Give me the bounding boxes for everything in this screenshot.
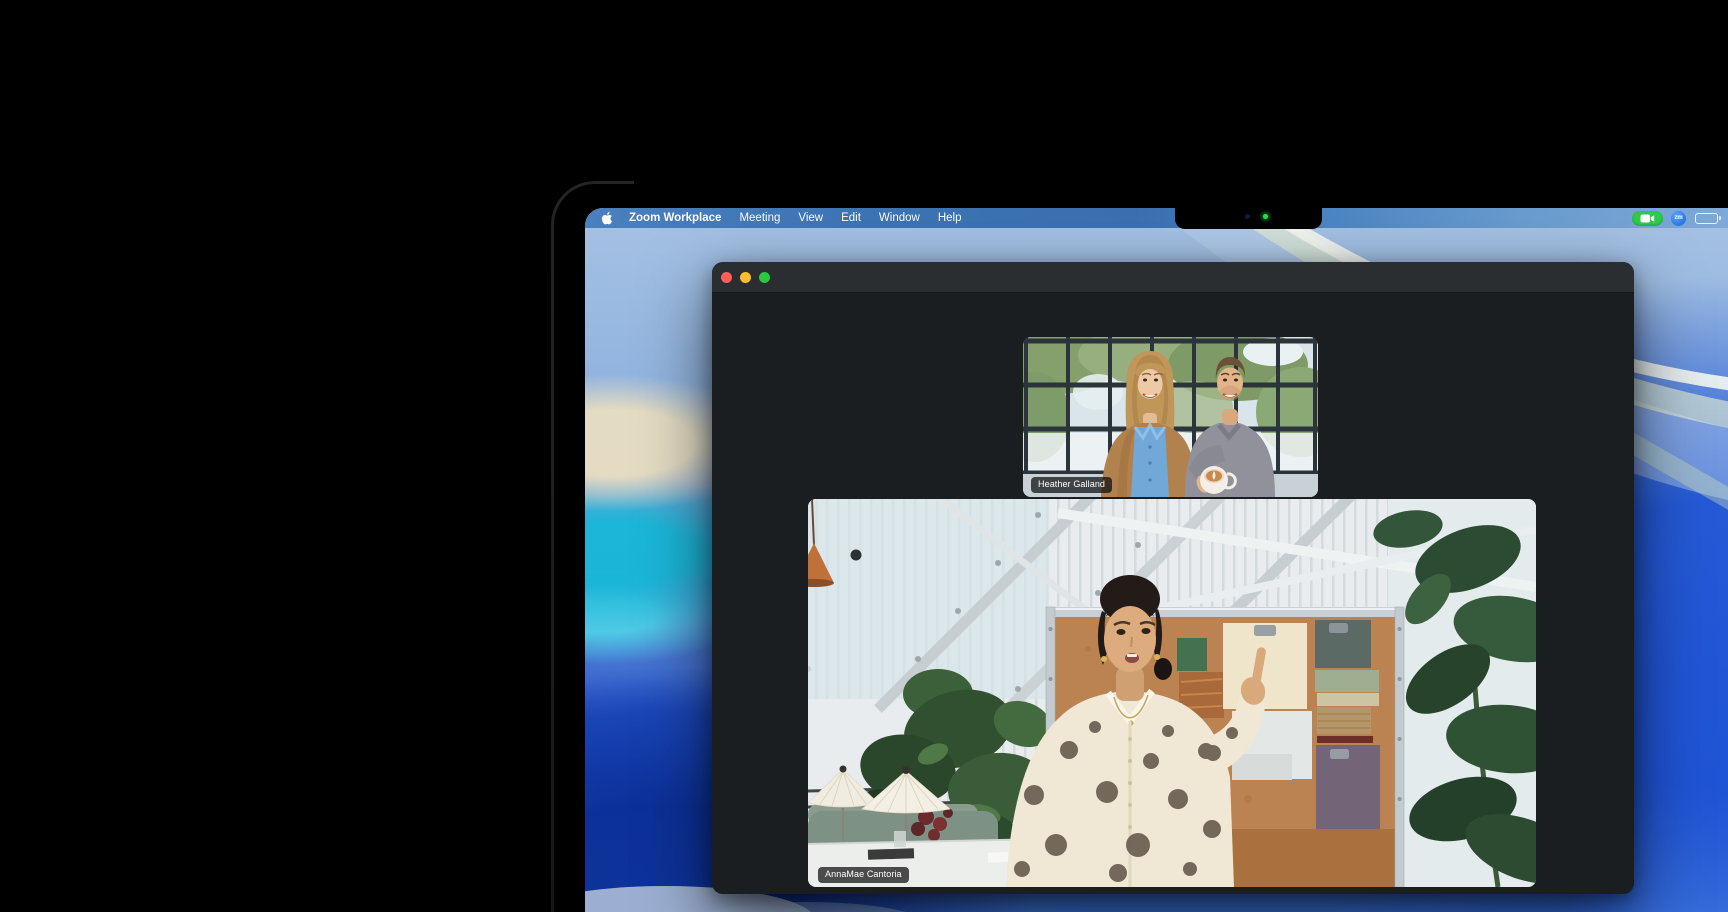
menu-item-meeting[interactable]: Meeting [739, 212, 780, 224]
menu-app-name[interactable]: Zoom Workplace [629, 212, 721, 224]
video-tile-heather[interactable]: Heather Galland [1023, 337, 1318, 497]
minimize-button[interactable] [740, 272, 751, 283]
video-camera-icon [1640, 214, 1655, 223]
participant-name-label: AnnaMae Cantoria [818, 867, 909, 883]
macbook-desk-scene: Zoom Workplace Meeting View Edit Window … [0, 0, 1728, 912]
macbook-bezel-edge [551, 245, 554, 912]
menu-item-view[interactable]: View [798, 212, 823, 224]
close-button[interactable] [721, 272, 732, 283]
video-tile-annamae[interactable]: AnnaMae Cantoria [808, 499, 1536, 887]
zoom-badge-label: zm [1675, 215, 1683, 221]
menu-bar: Zoom Workplace Meeting View Edit Window … [585, 208, 1728, 228]
notch [1175, 208, 1322, 229]
menu-item-window[interactable]: Window [879, 212, 920, 224]
macbook-screen: Zoom Workplace Meeting View Edit Window … [585, 208, 1728, 912]
camera-active-indicator[interactable] [1632, 211, 1663, 226]
window-title-bar[interactable] [712, 262, 1634, 293]
apple-logo-icon [601, 211, 613, 225]
menu-item-edit[interactable]: Edit [841, 212, 861, 224]
meeting-content-area: Heather Galland [712, 293, 1634, 894]
menu-item-help[interactable]: Help [938, 212, 962, 224]
camera-lens-icon [1245, 214, 1250, 219]
battery-nub [1719, 216, 1721, 220]
camera-led-icon [1263, 214, 1268, 219]
fullscreen-button[interactable] [759, 272, 770, 283]
battery-indicator[interactable] [1695, 213, 1721, 224]
apple-menu[interactable] [601, 211, 614, 226]
zoom-menubar-icon[interactable]: zm [1671, 211, 1686, 226]
participant-name-label: Heather Galland [1031, 477, 1112, 493]
zoom-meeting-window: Heather Galland [712, 262, 1634, 894]
video-feed-heather [1023, 337, 1318, 497]
battery-icon [1695, 213, 1718, 224]
video-feed-annamae [808, 499, 1536, 887]
